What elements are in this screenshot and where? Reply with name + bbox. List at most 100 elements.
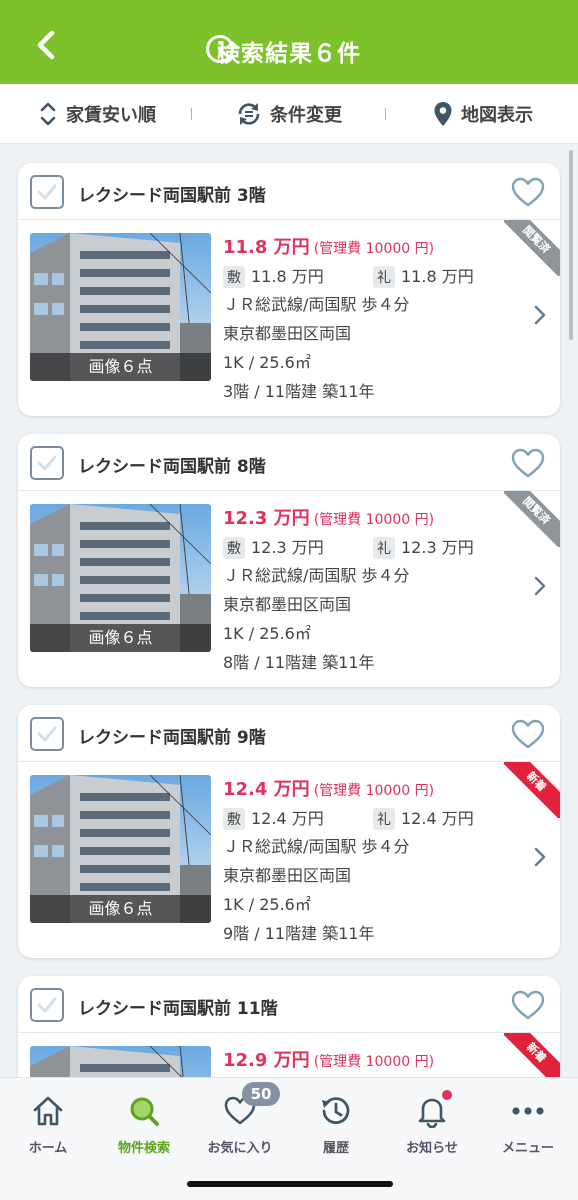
photo-count-label: 画像６点 [30, 624, 211, 652]
nav-home[interactable]: ホーム [0, 1088, 96, 1156]
nav-favorites-label: お気に入り [207, 1141, 273, 1156]
map-view-label: 地図表示 [461, 105, 533, 126]
rent-price: 12.3 万円 [223, 508, 310, 529]
nav-notifications[interactable]: お知らせ [384, 1088, 480, 1156]
property-info: 11.8 万円 (管理費 10000 円) 敷 11.8 万円 礼 11.8 万円 Ｊ… [223, 233, 513, 406]
deposit-tag: 敷 [223, 537, 245, 559]
nav-favorites[interactable]: 50 お気に入り [192, 1082, 288, 1156]
card-header: レクシード両国駅前 11階 [18, 976, 560, 1033]
card-header: レクシード両国駅前 3階 [18, 163, 560, 220]
deposit-value: 12.4 万円 [251, 809, 324, 828]
rent-price: 11.8 万円 [223, 237, 310, 258]
compare-checkbox[interactable] [30, 717, 64, 751]
favorite-heart-icon[interactable] [510, 717, 546, 751]
address: 東京都墨田区両国 [223, 866, 352, 885]
key-money-tag: 礼 [373, 808, 395, 830]
property-name: レクシード両国駅前 9階 [78, 728, 266, 748]
more-icon [512, 1107, 544, 1115]
home-indicator [187, 1181, 393, 1187]
property-photo[interactable]: 画像６点 [30, 775, 211, 923]
change-conditions-label: 条件変更 [270, 105, 342, 126]
property-photo[interactable]: 画像６点 [30, 1046, 211, 1077]
property-name: レクシード両国駅前 8階 [78, 457, 266, 477]
management-fee: (管理費 10000 円) [313, 512, 435, 528]
result-list: レクシード両国駅前 3階 閲覧済 画像６点 11.8 万円 (管理費 10000 … [0, 145, 578, 1077]
property-card[interactable]: レクシード両国駅前 11階 新着 画像６点 12.9 万円(管理費 10000 … [18, 976, 560, 1077]
property-photo[interactable]: 画像６点 [30, 233, 211, 381]
property-card[interactable]: レクシード両国駅前 8階 閲覧済 画像６点 12.3 万円 (管理費 10000 … [18, 434, 560, 687]
building-photo [30, 1046, 211, 1077]
map-view-button[interactable]: 地図表示 [433, 84, 533, 144]
property-info: 12.3 万円 (管理費 10000 円) 敷 12.3 万円 礼 12.3 万円 Ｊ… [223, 504, 513, 677]
nav-menu-label: メニュー [501, 1141, 554, 1156]
nav-menu[interactable]: メニュー [480, 1088, 576, 1156]
key-money-tag: 礼 [373, 266, 395, 288]
property-photo[interactable]: 画像６点 [30, 504, 211, 652]
home-icon [33, 1096, 63, 1126]
room-layout: 1K / 25.6㎡ [223, 353, 311, 372]
floor-info: 9階 / 11階建 築11年 [223, 924, 375, 943]
sort-label: 家賃安い順 [66, 105, 156, 126]
scrollbar[interactable] [569, 150, 573, 340]
chevron-right-icon[interactable] [532, 845, 548, 869]
key-money-value: 12.4 万円 [401, 809, 474, 828]
property-card[interactable]: レクシード両国駅前 9階 新着 画像６点 12.4 万円 (管理費 10000 円… [18, 705, 560, 958]
floor-info: 3階 / 11階建 築11年 [223, 382, 375, 401]
management-fee: (管理費 10000 円) [313, 1054, 435, 1070]
nav-history[interactable]: 履歴 [288, 1088, 384, 1156]
page-title: 検索結果６件 [217, 41, 361, 67]
key-money-value: 12.3 万円 [401, 538, 474, 557]
compare-checkbox[interactable] [30, 988, 64, 1022]
refresh-filter-icon [238, 103, 260, 125]
nav-home-label: ホーム [28, 1141, 68, 1156]
room-layout: 1K / 25.6㎡ [223, 895, 311, 914]
notification-dot [442, 1090, 452, 1100]
room-layout: 1K / 25.6㎡ [223, 624, 311, 643]
card-header: レクシード両国駅前 8階 [18, 434, 560, 491]
management-fee: (管理費 10000 円) [313, 783, 435, 799]
chevron-right-icon[interactable] [532, 574, 548, 598]
property-info: 12.9 万円 (管理費 10000 円) [223, 1046, 513, 1077]
rent-price: 12.9 万円 [223, 1050, 310, 1071]
sort-icon [40, 102, 56, 126]
info-icon[interactable] [205, 34, 235, 64]
check-icon [37, 455, 57, 471]
photo-count-label: 画像６点 [30, 353, 211, 381]
nav-property-search-label: 物件検索 [117, 1141, 170, 1156]
sort-button[interactable]: 家賃安い順 [38, 84, 156, 144]
property-info: 12.4 万円 (管理費 10000 円) 敷 12.4 万円 礼 12.4 万円 Ｊ… [223, 775, 513, 948]
search-toolbar: 家賃安い順 条件変更 地図表示 [0, 84, 578, 144]
app-header: 検索結果６件 [0, 0, 578, 84]
search-icon [130, 1097, 159, 1126]
check-icon [37, 726, 57, 742]
toolbar-divider [191, 108, 192, 120]
deposit-value: 11.8 万円 [251, 267, 324, 286]
favorite-heart-icon[interactable] [510, 446, 546, 480]
deposit-tag: 敷 [223, 808, 245, 830]
deposit-value: 12.3 万円 [251, 538, 324, 557]
compare-checkbox[interactable] [30, 175, 64, 209]
property-card[interactable]: レクシード両国駅前 3階 閲覧済 画像６点 11.8 万円 (管理費 10000 … [18, 163, 560, 416]
bottom-nav: ホーム 物件検索 50 お気に入り 履歴 お知らせ メニュー [0, 1077, 578, 1200]
property-name: レクシード両国駅前 11階 [78, 999, 278, 1019]
rent-price: 12.4 万円 [223, 779, 310, 800]
favorite-heart-icon[interactable] [510, 988, 546, 1022]
key-money-value: 11.8 万円 [401, 267, 474, 286]
key-money-tag: 礼 [373, 537, 395, 559]
nav-property-search[interactable]: 物件検索 [96, 1088, 192, 1156]
history-icon [322, 1097, 350, 1124]
card-header: レクシード両国駅前 9階 [18, 705, 560, 762]
chevron-right-icon[interactable] [532, 303, 548, 327]
management-fee: (管理費 10000 円) [313, 241, 435, 257]
deposit-tag: 敷 [223, 266, 245, 288]
photo-count-label: 画像６点 [30, 895, 211, 923]
map-pin-icon [434, 102, 452, 126]
compare-checkbox[interactable] [30, 446, 64, 480]
station-access: ＪＲ総武線/両国駅 歩４分 [223, 295, 410, 314]
change-conditions-button[interactable]: 条件変更 [236, 84, 342, 144]
nav-history-label: 履歴 [322, 1141, 349, 1156]
favorite-heart-icon[interactable] [510, 175, 546, 209]
station-access: ＪＲ総武線/両国駅 歩４分 [223, 566, 410, 585]
check-icon [37, 997, 57, 1013]
address: 東京都墨田区両国 [223, 324, 352, 343]
